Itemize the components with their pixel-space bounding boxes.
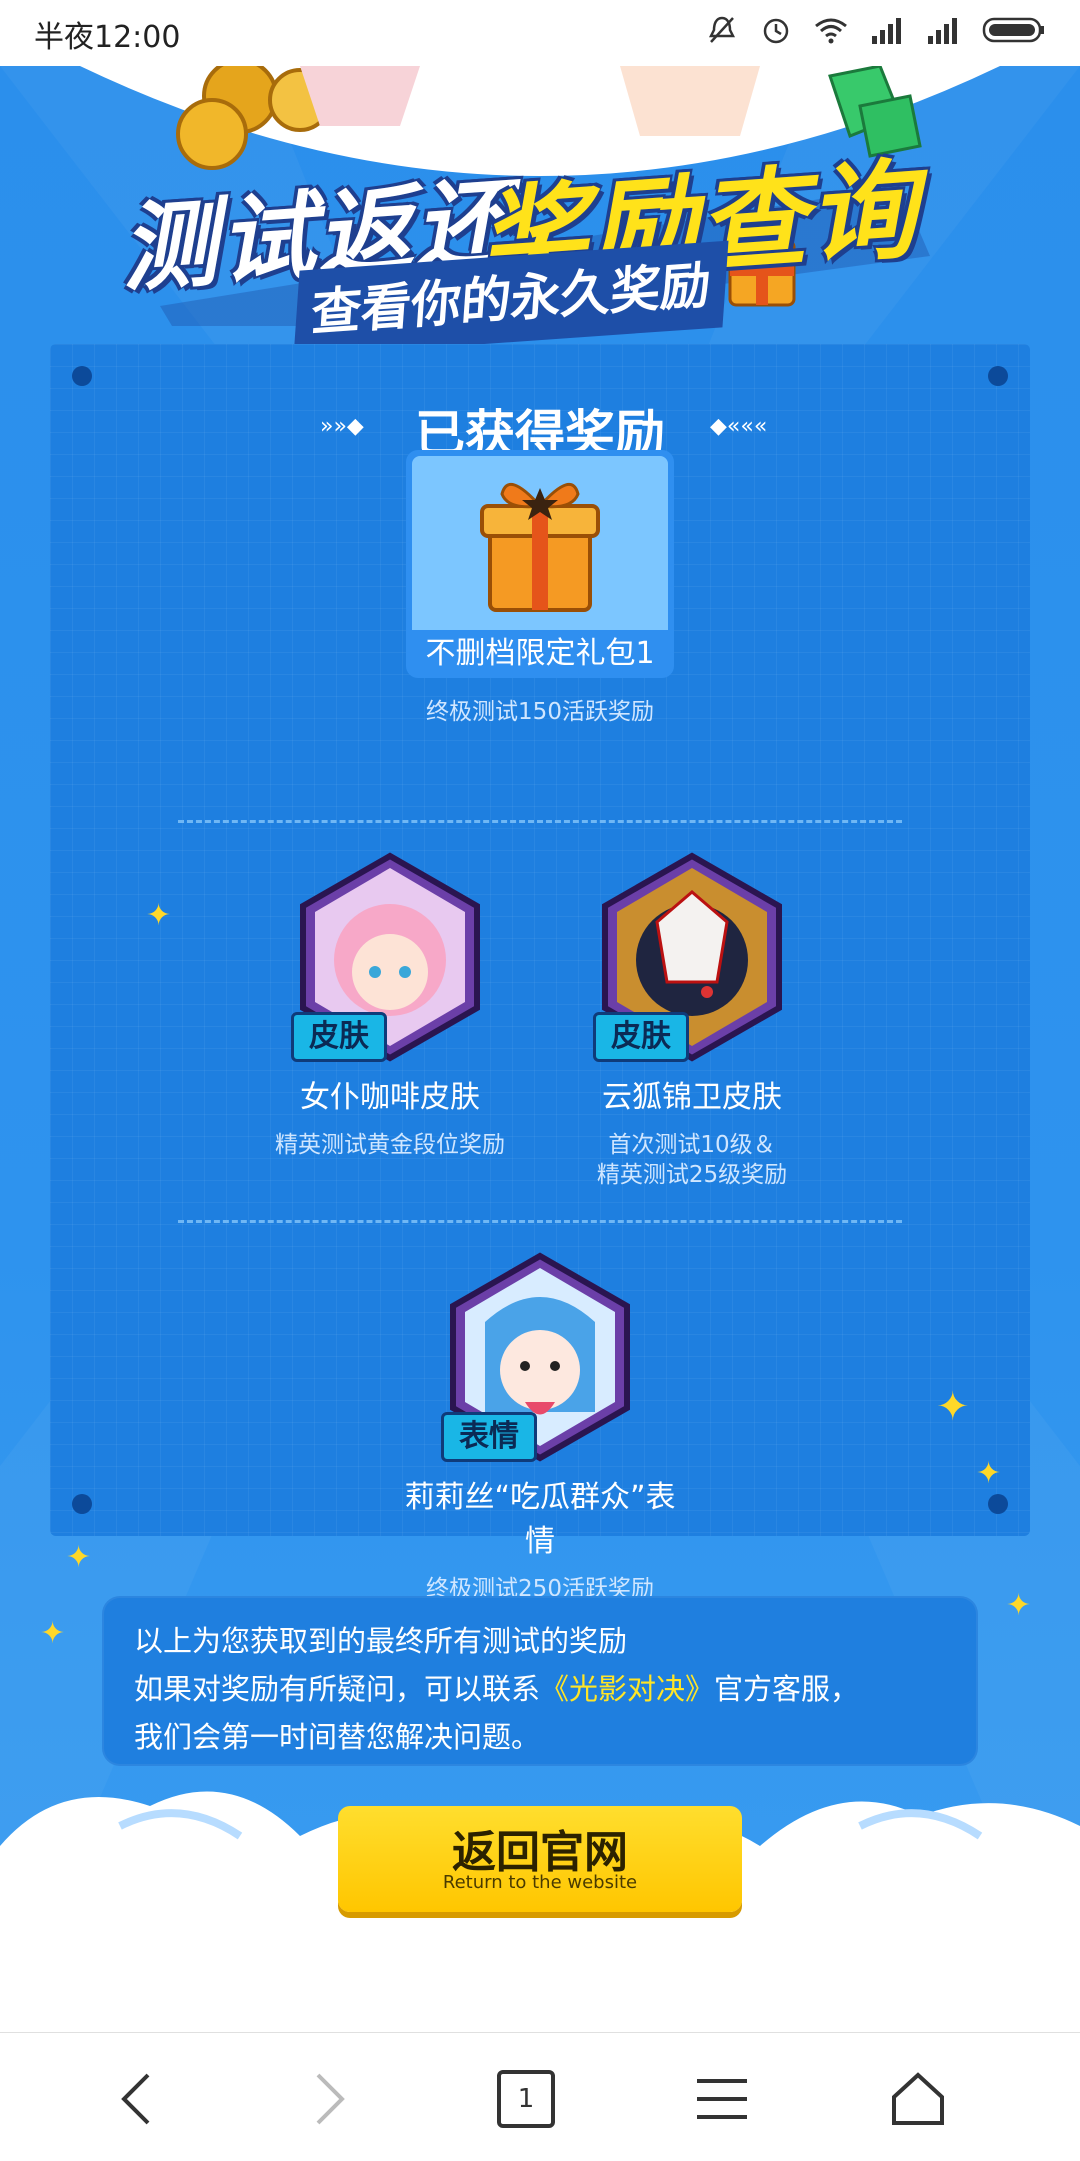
return-button-sublabel: Return to the website [442,1872,638,1893]
gift-card-image-area [412,456,668,630]
reward-item: 表情 莉莉丝“吃瓜群众”表情 终极测试250活跃奖励 [390,1252,690,1604]
back-button[interactable] [96,2059,176,2139]
browser-navbar: 1 [0,2032,1080,2161]
reward-panel: »»◆ 已获得奖励 ◆««« 不删档限定礼包1 终极测试150活跃奖励 皮肤 女… [50,344,1030,1602]
sparkle-icon: ✦ [976,1456,1002,1491]
return-website-button[interactable]: 返回官网 Return to the website [338,1806,742,1912]
reward-portrait: 皮肤 [291,852,485,1062]
menu-button[interactable] [682,2059,762,2139]
alarm-icon [763,18,789,44]
corner-dot [72,366,92,386]
notice-box: 以上为您获取到的最终所有测试的奖励 如果对奖励有所疑问，可以联系《光影对决》官方… [102,1596,978,1766]
menu-icon [697,2079,747,2119]
forward-button[interactable] [290,2059,370,2139]
reward-desc: 精英测试黄金段位奖励 [275,1132,505,1158]
reward-name: 云狐锦卫皮肤 [602,1080,782,1115]
notice-line: 如果对奖励有所疑问，可以联系《光影对决》官方客服， [134,1666,859,1708]
heading-deco-right: ◆««« [710,414,768,439]
reward-name: 莉莉丝“吃瓜群众”表情 [404,1480,676,1559]
skin-badge: 皮肤 [291,1012,387,1062]
reward-desc: 首次测试10级＆ 精英测试25级奖励 [542,1130,842,1190]
status-bar: 半夜12:00 [0,0,1080,66]
corner-dot [72,1494,92,1514]
signal-icon [872,18,901,44]
status-icons [706,14,1046,46]
home-icon [892,2072,944,2125]
status-time: 半夜12:00 [34,20,181,55]
divider [178,820,902,823]
mute-icon [708,16,736,43]
reward-item: 皮肤 云狐锦卫皮肤 首次测试10级＆ 精英测试25级奖励 [542,852,842,1190]
header-banner: 测试返还 奖励查询 查看你的永久奖励 [0,66,1080,358]
reward-desc-line: 首次测试10级＆ [608,1132,776,1158]
emote-badge: 表情 [441,1412,537,1462]
signal-icon [928,18,957,44]
notice-text: 如果对奖励有所疑问，可以联系 [134,1672,541,1706]
gift-desc: 终极测试150活跃奖励 [426,699,654,725]
divider [178,1220,902,1223]
gift-box-icon [480,482,600,612]
reward-portrait: 皮肤 [593,852,787,1062]
reward-portrait: 表情 [441,1252,635,1462]
corner-dot [988,1494,1008,1514]
wifi-icon [815,18,847,44]
reward-name: 女仆咖啡皮肤 [300,1080,480,1115]
gift-name: 不删档限定礼包1 [425,636,655,671]
return-button-label: 返回官网 [452,1827,628,1878]
sparkle-icon: ✦ [66,1540,92,1575]
reward-desc-line: 精英测试25级奖励 [596,1162,788,1188]
notice-line: 我们会第一时间替您解决问题。 [134,1720,541,1754]
tabs-button[interactable]: 1 [486,2059,566,2139]
tab-count: 1 [497,2070,555,2128]
chevron-right-icon [316,2073,345,2125]
sparkle-icon: ✦ [936,1384,970,1430]
game-name-highlight: 《光影对决》 [540,1672,715,1706]
chevron-left-icon [121,2073,150,2125]
gift-card: 不删档限定礼包1 [406,450,674,678]
notice-line: 以上为您获取到的最终所有测试的奖励 [134,1624,628,1658]
sparkle-icon: ✦ [146,898,172,933]
sparkle-icon: ✦ [1006,1588,1032,1623]
page-content: 测试返还 奖励查询 查看你的永久奖励 »»◆ 已获得奖励 ◆««« 不删档限定礼… [0,66,1080,2032]
notice-text: 官方客服， [714,1672,860,1706]
home-button[interactable] [878,2059,958,2139]
corner-dot [988,366,1008,386]
skin-badge: 皮肤 [593,1012,689,1062]
sparkle-icon: ✦ [40,1616,66,1651]
reward-item: 皮肤 女仆咖啡皮肤 精英测试黄金段位奖励 [240,852,540,1160]
battery-icon [982,17,1044,43]
